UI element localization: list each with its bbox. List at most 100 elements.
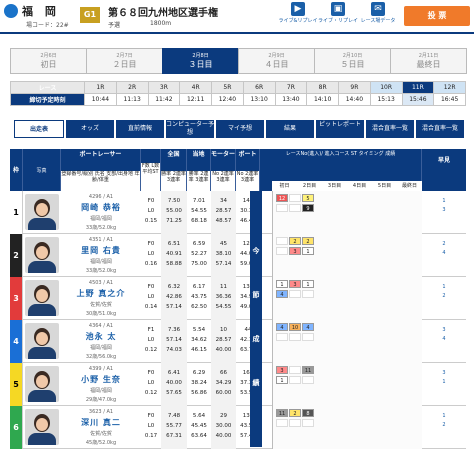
racer-name[interactable]: 深川 真二 [62,417,140,428]
day-tab-3[interactable]: 2月8日 ３日目 [162,48,239,74]
racer-photo[interactable] [25,366,59,402]
racer-name[interactable]: 岡崎 恭裕 [62,202,140,213]
tab-9[interactable]: 混合直率一覧 [416,120,464,138]
racer-name[interactable]: 小野 生奈 [62,374,140,385]
racer-photo[interactable] [25,323,59,359]
early-value[interactable]: 2 [422,292,466,301]
racer-photo[interactable] [25,409,59,445]
race-10-button[interactable]: 10R [369,81,403,94]
vote-button[interactable]: 投 票 [404,6,470,26]
past-race-badge[interactable]: 12 [276,194,288,202]
early-value[interactable]: 4 [422,249,466,258]
early-value[interactable]: 3 [422,206,466,215]
local-value: 7.01 [192,198,206,204]
local-stats: 7.01 54.55 68.18 [187,191,211,234]
race-12-button[interactable]: 12R [433,81,466,94]
past-race-empty [302,419,314,427]
past-race-badge[interactable]: 1 [276,280,288,288]
fl-value: F0 [147,413,155,419]
race-4-button[interactable]: 4R [179,81,212,94]
past-race-badge[interactable]: 11 [302,366,314,374]
past-race-badge[interactable]: 10 [289,323,301,331]
racer-name[interactable]: 上野 真之介 [62,288,140,299]
past-race-badge[interactable]: 2 [289,409,301,417]
national-value: 58.88 [166,261,182,267]
fl-value: L0 [147,337,155,343]
day-tab-1[interactable]: 2月6日 初日 [10,48,87,74]
tab-3[interactable]: 直前情報 [116,120,164,138]
early-value[interactable]: 1 [422,412,466,421]
race-5-button[interactable]: 5R [211,81,244,94]
tab-6[interactable]: 結果 [266,120,314,138]
past-race-badge[interactable]: 3 [289,280,301,288]
past-race-badge[interactable]: 4 [276,323,288,331]
past-race-badge[interactable]: 3 [289,247,301,255]
fl-value: F0 [147,198,155,204]
past-race-badge[interactable]: 11 [276,409,288,417]
past-race-empty [276,204,288,212]
day-tab-2[interactable]: 2月7日 ２日目 [86,48,163,74]
tab-1[interactable]: 出走表 [14,120,64,138]
local-value: 6.59 [192,241,206,247]
race-1-button[interactable]: 1R [84,81,117,94]
racer-photo[interactable] [25,237,59,273]
early-value[interactable]: 1 [422,378,466,387]
day-tab-5[interactable]: 2月10日 ５日目 [314,48,391,74]
race-7-button[interactable]: 7R [274,81,308,94]
past-race-badge[interactable]: 4 [302,323,314,331]
day-tab-6[interactable]: 2月11日 最終日 [390,48,467,74]
early-value[interactable]: 2 [422,240,466,249]
motor-value: 29 [220,413,227,419]
live-replay-button[interactable]: ▶ ライブ&リプレイ [278,2,318,24]
past-race-badge[interactable]: 8 [302,409,314,417]
venue-data-button[interactable]: ✉ レース場データ [358,2,398,24]
local-value: 52.27 [191,251,207,257]
tab-2[interactable]: オッズ [66,120,114,138]
tab-5[interactable]: マイ予想 [216,120,264,138]
race-6-button[interactable]: 6R [242,81,276,94]
race-meta: 予選 [108,22,121,29]
past-race-badge[interactable]: 4 [276,290,288,298]
racer-photo[interactable] [25,280,59,316]
local-stats: 5.54 34.62 46.15 [187,320,211,363]
pc-replay-button[interactable]: ▣ ライブ・リプレイ [318,2,358,24]
tab-7[interactable]: ピットレポート [316,120,364,138]
table-header: 枠 写真 ボートレーサー 登録番号/級別 氏名 支部/出身地 年齢/体重 F数 L… [10,149,466,191]
fl-value: F0 [147,284,155,290]
race-8-button[interactable]: 8R [306,81,339,94]
race-9-button[interactable]: 9R [338,81,371,94]
race-time: 11:13 [115,93,149,106]
race-2-button[interactable]: 2R [115,81,149,94]
past-race-badge[interactable]: 2 [302,237,314,245]
fl-value: 0.15 [144,218,158,224]
national-stats: 7.50 55.00 71.25 [161,191,187,234]
tab-4[interactable]: コンピューター予想 [166,120,214,138]
past-race-badge[interactable]: 3 [276,366,288,374]
early-value[interactable]: 1 [422,283,466,292]
racer-name[interactable]: 里岡 右貴 [62,245,140,256]
past-race-badge[interactable]: 5 [302,194,314,202]
early-value[interactable]: 2 [422,421,466,430]
racer-name[interactable]: 池永 太 [62,331,140,342]
early-value[interactable]: 3 [422,369,466,378]
racer-age: 32歳/56.0kg [85,354,117,360]
early-value[interactable]: 1 [422,197,466,206]
early-value[interactable]: 4 [422,335,466,344]
fl-value: L0 [147,208,155,214]
day-label: 最終日 [416,60,441,69]
racer-photo[interactable] [25,194,59,230]
tab-8[interactable]: 混合直率一覧 [366,120,414,138]
past-race-badge[interactable]: 9 [302,204,314,212]
day-tab-4[interactable]: 2月9日 ４日目 [238,48,315,74]
past-race-badge[interactable]: 1 [302,280,314,288]
past-race-badge[interactable]: 2 [289,237,301,245]
day-date: 2月6日 [40,53,57,59]
past-race-empty [302,290,314,298]
past-race-badge[interactable]: 1 [276,376,288,384]
past-col-header: 4日目 [352,183,367,189]
race-3-button[interactable]: 3R [147,81,181,94]
past-race-badge[interactable]: 1 [302,247,314,255]
motor-value: 57.14 [215,261,232,267]
race-11-button[interactable]: 11R [401,81,435,94]
early-value[interactable]: 3 [422,326,466,335]
